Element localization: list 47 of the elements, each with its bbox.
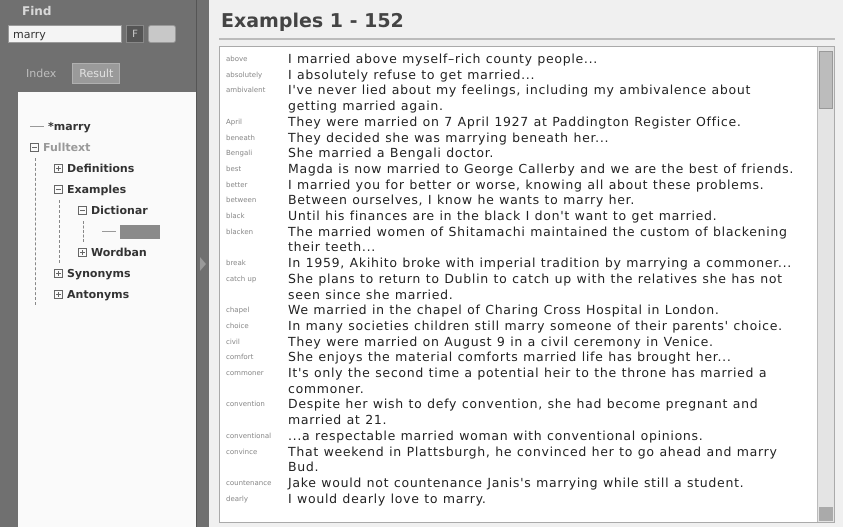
example-sentence: In 1959, Akihito broke with imperial tradition by marrying a commoner... [288,255,792,271]
tab[interactable]: Result [72,63,120,84]
expand-icon[interactable] [54,269,63,278]
tree-item[interactable]: *marry [48,120,91,133]
expand-icon[interactable] [78,248,87,257]
example-sentence: The married women of Shitamachi maintained the custom of blackening their teeth... [288,224,789,256]
selected-item[interactable] [120,224,160,238]
example-sentence: I married above myself–rich county people... [288,51,598,67]
scroll-thumb[interactable] [819,51,833,109]
example-sentence: I've never lied about my feelings, including my ambivalence about getting married again. [288,82,752,114]
example-sentence: I would dearly love to marry. [288,490,487,506]
results-heading: Examples 1 - 152 [219,0,835,40]
example-sentence: I married you for better or worse, knowing all about these problems. [288,176,764,192]
example-sentence: Jake would not countenance Janis's marrying while still a student. [288,474,744,491]
filter-button[interactable]: F [126,25,144,43]
collapse-icon[interactable] [54,185,63,194]
tree-item[interactable]: Fulltext [43,141,90,154]
collapse-icon[interactable] [78,206,87,215]
search-field[interactable]: marry [8,25,122,43]
collapse-icon[interactable] [30,143,39,152]
tree-item[interactable]: Wordban [91,246,147,259]
tree-item[interactable]: Dictionar [91,204,148,217]
example-sentence: I absolutely refuse to get married... [288,66,536,82]
tree-item[interactable]: Definitions [67,162,134,175]
example-sentence: Magda is now married to George Callerby and we are the best of friends. [288,160,794,177]
example-sentence: In many societies children still marry someone of their parents' choice. [288,318,783,334]
tree-item[interactable]: Synonyms [67,267,130,280]
tree-item[interactable]: Antonyms [67,288,130,301]
example-sentence: We married in the chapel of Charing Cross Hospital in London. [288,302,720,318]
example-sentence: They decided she was marrying beneath her... [288,130,610,146]
expand-icon[interactable] [54,290,63,299]
example-sentence: Despite her wish to defy convention, she had become pregnant and married at 21. [288,396,760,428]
example-sentence: They were married on August 9 in a civil ceremony in Venice. [288,334,714,350]
example-sentence: That weekend in Plattsburgh, he convinced her to go ahead and marry Bud. [288,444,779,475]
arrow-icon [200,256,206,270]
example-sentence: She married a Bengali doctor. [288,145,494,161]
tree-item[interactable]: Examples [67,183,126,196]
example-sentence: ...a respectable married woman with conventional opinions. [288,428,704,444]
tab[interactable]: Index [20,63,62,84]
example-sentence: She enjoys the material comforts married life has brought her... [288,349,732,366]
example-sentence: They were married on 7 April 1927 at Paddington Register Office. [288,114,742,130]
expand-icon[interactable] [54,164,63,173]
example-sentence: She plans to return to Dublin to catch up with the relatives she has not seen since she married. [288,270,784,302]
example-sentence: Between ourselves, I know he wants to marry her. [288,192,636,208]
panel-title: Find [21,3,52,20]
example-sentence: Until his finances are in the black I don't want to get married. [288,208,718,224]
example-sentence: It's only the second time a potential heir to the throne has married a commoner. [288,365,768,396]
